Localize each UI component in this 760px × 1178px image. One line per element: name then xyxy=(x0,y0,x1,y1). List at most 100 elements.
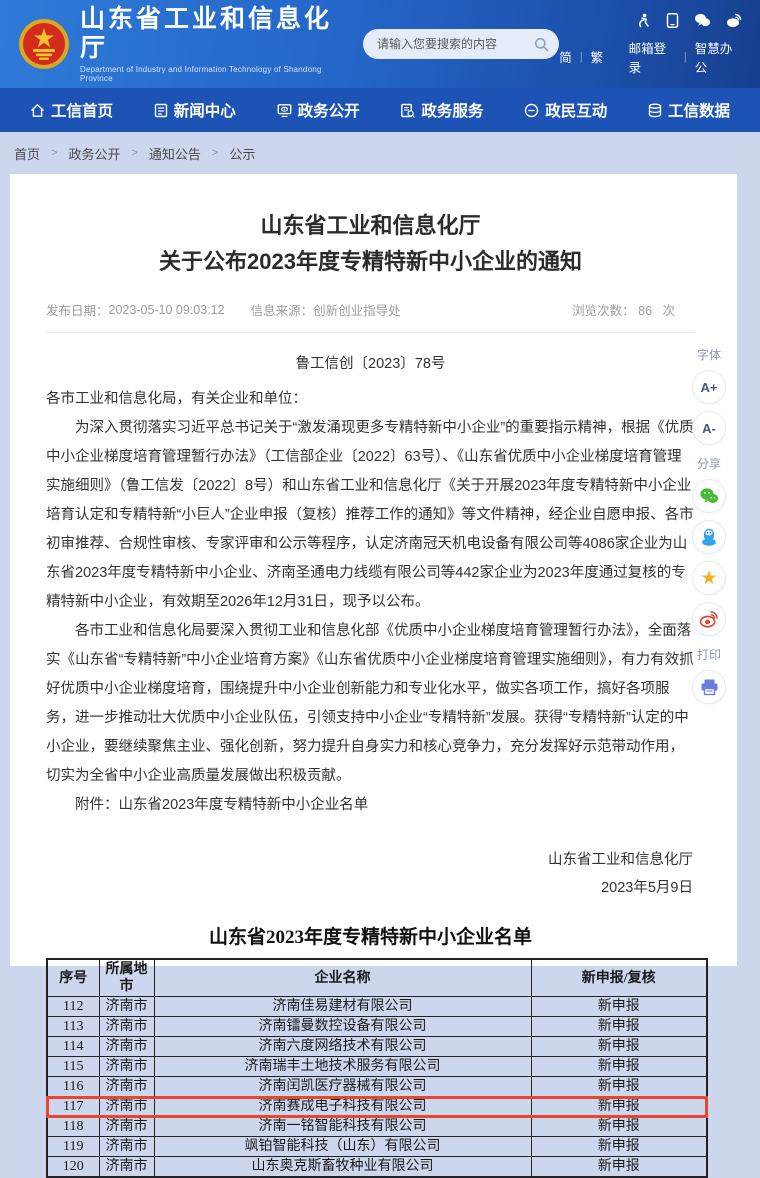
paragraph-1: 为深入贯彻落实习近平总书记关于“激发涌现更多专精特新中小企业”的重要指示精神，根… xyxy=(46,414,695,617)
nav-label: 工信数据 xyxy=(668,99,730,121)
data-icon xyxy=(648,103,662,118)
site-header: 山东省工业和信息化厅 Department of Industry and In… xyxy=(0,0,760,88)
signature-block: 山东省工业和信息化厅 2023年5月9日 xyxy=(46,846,695,902)
search-box[interactable] xyxy=(363,29,559,59)
table-cell: 济南市 xyxy=(99,1157,154,1178)
weibo-icon[interactable] xyxy=(726,13,742,28)
font-decrease-button[interactable]: A- xyxy=(692,411,726,445)
nav-item-disclosure[interactable]: 政务公开 xyxy=(277,99,360,121)
table-row: 115济南市济南瑞丰土地技术服务有限公司新申报 xyxy=(47,1057,707,1077)
table-cell: 116 xyxy=(47,1077,99,1097)
breadcrumb-notices[interactable]: 通知公告 xyxy=(149,144,201,163)
breadcrumb-disclosure[interactable]: 政务公开 xyxy=(68,144,120,163)
accessibility-icon[interactable] xyxy=(636,13,651,28)
news-icon xyxy=(154,103,168,118)
table-cell: 济南市 xyxy=(99,1017,154,1037)
table-row: 119济南市飒铂智能科技（山东）有限公司新申报 xyxy=(47,1137,707,1157)
breadcrumb-separator: > xyxy=(51,147,57,159)
print-label: 打印 xyxy=(681,646,737,663)
table-cell: 山东奥克斯畜牧种业有限公司 xyxy=(154,1157,531,1178)
print-button[interactable] xyxy=(692,670,726,704)
lang-traditional-link[interactable]: 繁 xyxy=(591,47,604,66)
divider: | xyxy=(684,51,687,63)
font-decrease-label: A- xyxy=(702,421,716,436)
font-size-label: 字体 xyxy=(681,346,737,363)
table-cell: 新申报 xyxy=(531,1077,707,1097)
table-cell: 新申报 xyxy=(531,1117,707,1137)
table-cell: 新申报 xyxy=(531,1097,707,1117)
mobile-icon[interactable] xyxy=(666,13,679,28)
table-cell: 新申报 xyxy=(531,1057,707,1077)
table-cell: 济南市 xyxy=(99,1037,154,1057)
table-row: 118济南市济南一铭智能科技有限公司新申报 xyxy=(47,1117,707,1137)
wechat-icon[interactable] xyxy=(694,13,711,28)
wechat-share-button[interactable] xyxy=(692,479,726,513)
breadcrumb: 首页 > 政务公开 > 通知公告 > 公示 xyxy=(0,132,760,174)
table-header-row: 序号 所属地市 企业名称 新申报/复核 xyxy=(47,959,707,997)
table-row: 112济南市济南佳易建材有限公司新申报 xyxy=(47,997,707,1017)
site-subtitle: Department of Industry and Information T… xyxy=(80,65,349,83)
mail-login-link[interactable]: 邮箱登录 xyxy=(629,38,676,76)
table-cell: 济南佳易建材有限公司 xyxy=(154,997,531,1017)
site-title: 山东省工业和信息化厅 xyxy=(80,5,349,63)
appendix-table-title: 山东省2023年度专精特新中小企业名单 xyxy=(46,922,695,949)
salutation: 各市工业和信息化局，有关企业和单位： xyxy=(46,385,695,414)
table-cell: 济南市 xyxy=(99,1097,154,1117)
printer-icon xyxy=(700,678,719,696)
page-title: 山东省工业和信息化厅 关于公布2023年度专精特新中小企业的通知 xyxy=(46,208,695,280)
views-label: 浏览次数： xyxy=(572,304,635,318)
nav-label: 新闻中心 xyxy=(174,99,236,121)
nav-item-services[interactable]: 政务服务 xyxy=(400,99,483,121)
site-logo[interactable]: 山东省工业和信息化厅 Department of Industry and In… xyxy=(18,5,349,84)
monitor-icon xyxy=(277,103,292,118)
table-cell: 新申报 xyxy=(531,997,707,1017)
nav-item-data[interactable]: 工信数据 xyxy=(648,99,730,121)
source-label: 信息来源： xyxy=(251,300,314,319)
table-cell: 济南市 xyxy=(99,1077,154,1097)
table-row: 120济南市山东奥克斯畜牧种业有限公司新申报 xyxy=(47,1157,707,1178)
search-icon[interactable] xyxy=(534,37,549,52)
divider xyxy=(46,332,695,333)
source-value: 创新创业指导处 xyxy=(313,300,401,319)
table-cell: 118 xyxy=(47,1117,99,1137)
table-row: 114济南市济南六度网络技术有限公司新申报 xyxy=(47,1037,707,1057)
table-cell: 新申报 xyxy=(531,1017,707,1037)
smart-office-link[interactable]: 智慧办公 xyxy=(695,38,742,76)
search-input[interactable] xyxy=(377,37,534,51)
breadcrumb-separator: > xyxy=(212,147,218,159)
table-cell: 济南市 xyxy=(99,997,154,1017)
table-cell: 济南六度网络技术有限公司 xyxy=(154,1037,531,1057)
page-title-line2: 关于公布2023年度专精特新中小企业的通知 xyxy=(46,244,695,280)
font-increase-button[interactable]: A+ xyxy=(692,370,726,404)
qq-share-button[interactable] xyxy=(692,520,726,554)
divider: | xyxy=(580,51,583,63)
tool-rail: 字体 A+ A- 分享 ★ 打印 xyxy=(681,336,737,711)
table-cell: 济南镭曼数控设备有限公司 xyxy=(154,1017,531,1037)
publish-date-label: 发布日期： xyxy=(46,300,109,319)
main-nav: 工信首页 新闻中心 政务公开 政务服务 xyxy=(0,88,760,132)
interaction-icon xyxy=(524,103,539,118)
weibo-share-button[interactable] xyxy=(692,602,726,636)
doc-number: 鲁工信创〔2023〕78号 xyxy=(46,350,695,379)
qzone-share-icon: ★ xyxy=(700,569,717,588)
breadcrumb-separator: > xyxy=(131,147,137,159)
breadcrumb-home[interactable]: 首页 xyxy=(14,144,40,163)
nav-item-interaction[interactable]: 政民互动 xyxy=(524,99,607,121)
table-cell: 新申报 xyxy=(531,1157,707,1178)
table-row: 113济南市济南镭曼数控设备有限公司新申报 xyxy=(47,1017,707,1037)
company-table-body: 112济南市济南佳易建材有限公司新申报113济南市济南镭曼数控设备有限公司新申报… xyxy=(47,997,707,1178)
nav-item-home[interactable]: 工信首页 xyxy=(30,99,113,121)
table-cell: 济南瑞丰土地技术服务有限公司 xyxy=(154,1057,531,1077)
nav-item-news[interactable]: 新闻中心 xyxy=(154,99,236,121)
qzone-share-button[interactable]: ★ xyxy=(692,561,726,595)
lang-simplified-link[interactable]: 简 xyxy=(559,47,572,66)
national-emblem-icon xyxy=(18,18,70,70)
weibo-share-icon xyxy=(699,610,719,628)
table-cell: 济南闰凯医疗器械有限公司 xyxy=(154,1077,531,1097)
breadcrumb-current: 公示 xyxy=(229,144,255,163)
table-cell: 飒铂智能科技（山东）有限公司 xyxy=(154,1137,531,1157)
article-meta: 发布日期： 2023-05-10 09:03:12 信息来源： 创新创业指导处 … xyxy=(46,300,695,319)
col-header-index: 序号 xyxy=(47,959,99,997)
col-header-city: 所属地市 xyxy=(99,959,154,997)
views-counter: 浏览次数： 86 次 xyxy=(572,300,675,319)
